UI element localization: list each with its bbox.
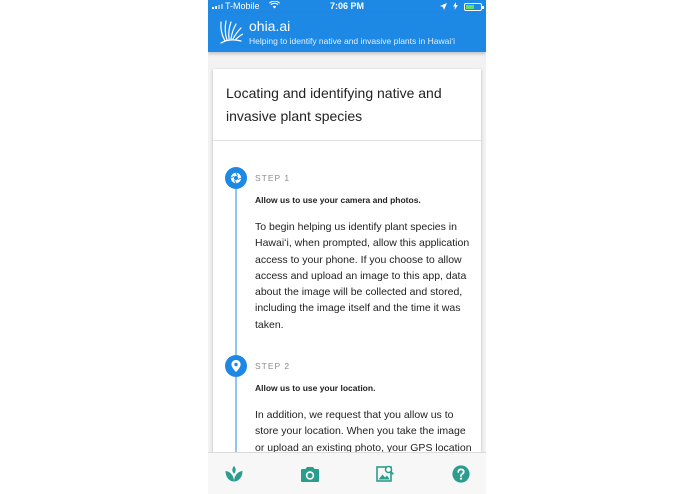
camera-icon (301, 467, 319, 482)
phone-screen: T-Mobile 7:06 PM ohia.ai Helping to iden… (208, 0, 486, 494)
bottom-nav (208, 452, 486, 494)
ohia-logo-icon (220, 20, 243, 44)
divider (213, 140, 481, 141)
step-2-dot (225, 355, 247, 377)
help-icon (452, 465, 470, 483)
app-bar: ohia.ai Helping to identify native and i… (208, 13, 486, 52)
location-pin-icon (231, 360, 241, 372)
camera-shutter-icon (230, 172, 242, 184)
image-search-icon (376, 465, 394, 482)
step-1-label: STEP 1 (255, 173, 291, 183)
app-tagline: Helping to identify native and invasive … (249, 36, 456, 46)
step-1-dot (225, 167, 247, 189)
intro-card: Locating and identifying native and inva… (213, 69, 481, 469)
card-title: Locating and identifying native and inva… (226, 85, 442, 124)
step-2-label: STEP 2 (255, 361, 291, 371)
nav-help-button[interactable] (451, 464, 471, 484)
nav-gallery-search-button[interactable] (375, 464, 395, 484)
step-2-heading: Allow us to use your location. (255, 383, 376, 393)
nav-camera-button[interactable] (300, 464, 320, 484)
step-1-heading: Allow us to use your camera and photos. (255, 195, 421, 205)
charging-icon (453, 2, 458, 12)
nav-plant-button[interactable] (224, 464, 244, 484)
status-bar: T-Mobile 7:06 PM (208, 0, 486, 13)
app-title: ohia.ai (249, 18, 291, 34)
step-2-body: In addition, we request that you allow u… (255, 409, 472, 454)
plant-icon (225, 466, 243, 482)
step-1-body: To begin helping us identify plant speci… (255, 221, 470, 331)
timeline-line (235, 189, 237, 355)
battery-icon (464, 3, 484, 11)
location-arrow-icon (440, 2, 447, 12)
